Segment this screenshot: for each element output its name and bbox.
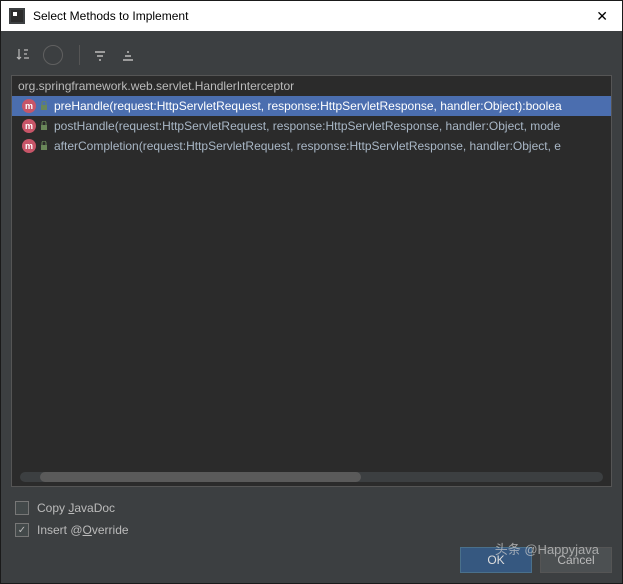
- toolbar-separator: [79, 45, 80, 65]
- toolbar: [11, 39, 612, 75]
- method-row[interactable]: m postHandle(request:HttpServletRequest,…: [12, 116, 611, 136]
- method-signature: preHandle(request:HttpServletRequest, re…: [54, 99, 562, 113]
- close-icon[interactable]: ✕: [590, 8, 614, 25]
- sort-alpha-icon[interactable]: [11, 43, 35, 67]
- method-icon: m: [22, 99, 36, 113]
- ok-button[interactable]: OK: [460, 547, 532, 573]
- cancel-button[interactable]: Cancel: [540, 547, 612, 573]
- collapse-all-icon[interactable]: [116, 43, 140, 67]
- checkbox-icon[interactable]: [15, 501, 29, 515]
- checkbox-icon[interactable]: ✓: [15, 523, 29, 537]
- lock-icon: [40, 141, 50, 151]
- method-icon: m: [22, 139, 36, 153]
- checkbox-label: Insert @Override: [37, 523, 129, 537]
- method-row[interactable]: m preHandle(request:HttpServletRequest, …: [12, 96, 611, 116]
- method-icon: m: [22, 119, 36, 133]
- lock-icon: [40, 121, 50, 131]
- method-signature: postHandle(request:HttpServletRequest, r…: [54, 119, 560, 133]
- insert-override-checkbox[interactable]: ✓ Insert @Override: [11, 519, 612, 541]
- window-title: Select Methods to Implement: [33, 9, 590, 23]
- expand-all-icon[interactable]: [88, 43, 112, 67]
- lock-icon: [40, 101, 50, 111]
- app-icon: [9, 8, 25, 24]
- method-row[interactable]: m afterCompletion(request:HttpServletReq…: [12, 136, 611, 156]
- scrollbar-thumb[interactable]: [40, 472, 361, 482]
- method-signature: afterCompletion(request:HttpServletReque…: [54, 139, 561, 153]
- horizontal-scrollbar[interactable]: [20, 472, 603, 482]
- dialog-body: org.springframework.web.servlet.HandlerI…: [1, 31, 622, 583]
- dialog-bottom: Copy JavaDoc ✓ Insert @Override OK Cance…: [11, 487, 612, 573]
- title-bar: Select Methods to Implement ✕: [1, 1, 622, 31]
- checkbox-label: Copy JavaDoc: [37, 501, 115, 515]
- copy-javadoc-checkbox[interactable]: Copy JavaDoc: [11, 497, 612, 519]
- button-row: OK Cancel: [11, 541, 612, 573]
- class-name: org.springframework.web.servlet.HandlerI…: [12, 76, 611, 96]
- method-list[interactable]: org.springframework.web.servlet.HandlerI…: [11, 75, 612, 487]
- filter-icon[interactable]: [43, 45, 63, 65]
